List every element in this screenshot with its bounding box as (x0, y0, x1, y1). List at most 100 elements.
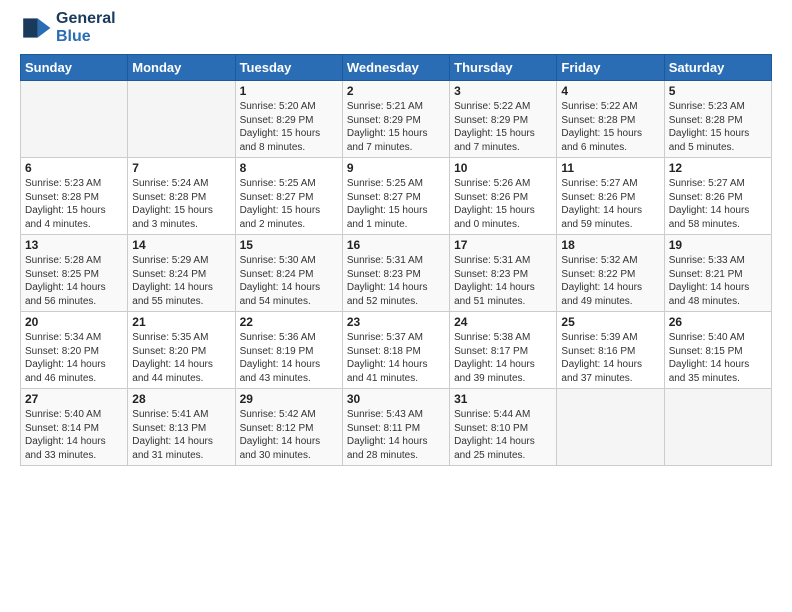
col-thursday: Thursday (450, 55, 557, 81)
day-info: Sunrise: 5:36 AM Sunset: 8:19 PM Dayligh… (240, 331, 338, 385)
day-number: 17 (454, 238, 552, 252)
day-info: Sunrise: 5:33 AM Sunset: 8:21 PM Dayligh… (669, 254, 767, 308)
table-row: 3Sunrise: 5:22 AM Sunset: 8:29 PM Daylig… (450, 81, 557, 158)
day-number: 9 (347, 161, 445, 175)
day-info: Sunrise: 5:31 AM Sunset: 8:23 PM Dayligh… (454, 254, 552, 308)
col-monday: Monday (128, 55, 235, 81)
table-row: 24 Sunrise: 5:38 AM Sunset: 8:17 PM Dayli… (450, 312, 557, 389)
day-info: Sunrise: 5:35 AM Sunset: 8:20 PM Dayligh… (132, 331, 230, 385)
day-number: 31 (454, 392, 552, 406)
day-number: 18 (561, 238, 659, 252)
day-info: Sunrise: 5:44 AM Sunset: 8:10 PM Dayligh… (454, 408, 552, 462)
table-row: 11Sunrise: 5:27 AM Sunset: 8:26 PM Dayli… (557, 158, 664, 235)
day-info: Sunrise: 5:32 AM Sunset: 8:22 PM Dayligh… (561, 254, 659, 308)
day-number: 7 (132, 161, 230, 175)
day-info: Sunrise: 5:25 AM Sunset: 8:27 PM Dayligh… (240, 177, 338, 231)
table-row: 6 Sunrise: 5:23 AM Sunset: 8:28 PM Daylig… (21, 158, 128, 235)
day-number: 30 (347, 392, 445, 406)
table-row (128, 81, 235, 158)
day-info: Sunrise: 5:40 AM Sunset: 8:14 PM Dayligh… (25, 408, 123, 462)
day-number: 19 (669, 238, 767, 252)
day-info: Sunrise: 5:28 AM Sunset: 8:25 PM Dayligh… (25, 254, 123, 308)
day-number: 13 (25, 238, 123, 252)
day-info: Sunrise: 5:43 AM Sunset: 8:11 PM Dayligh… (347, 408, 445, 462)
col-tuesday: Tuesday (235, 55, 342, 81)
day-number: 10 (454, 161, 552, 175)
logo-icon (20, 12, 52, 44)
table-row (557, 389, 664, 466)
day-info: Sunrise: 5:42 AM Sunset: 8:12 PM Dayligh… (240, 408, 338, 462)
calendar-week-row: 20 Sunrise: 5:34 AM Sunset: 8:20 PM Dayli… (21, 312, 772, 389)
calendar-week-row: 1 Sunrise: 5:20 AM Sunset: 8:29 PM Daylig… (21, 81, 772, 158)
day-number: 29 (240, 392, 338, 406)
table-row: 29 Sunrise: 5:42 AM Sunset: 8:12 PM Dayli… (235, 389, 342, 466)
page-header: General Blue (20, 10, 772, 46)
table-row: 15Sunrise: 5:30 AM Sunset: 8:24 PM Dayli… (235, 235, 342, 312)
table-row: 17 Sunrise: 5:31 AM Sunset: 8:23 PM Dayli… (450, 235, 557, 312)
day-number: 14 (132, 238, 230, 252)
table-row: 14 Sunrise: 5:29 AM Sunset: 8:24 PM Dayli… (128, 235, 235, 312)
day-info: Sunrise: 5:24 AM Sunset: 8:28 PM Dayligh… (132, 177, 230, 231)
calendar-week-row: 13 Sunrise: 5:28 AM Sunset: 8:25 PM Dayli… (21, 235, 772, 312)
table-row: 12 Sunrise: 5:27 AM Sunset: 8:26 PM Dayli… (664, 158, 771, 235)
table-row: 16Sunrise: 5:31 AM Sunset: 8:23 PM Dayli… (342, 235, 449, 312)
day-info: Sunrise: 5:25 AM Sunset: 8:27 PM Dayligh… (347, 177, 445, 231)
day-number: 28 (132, 392, 230, 406)
table-row: 30 Sunrise: 5:43 AM Sunset: 8:11 PM Dayli… (342, 389, 449, 466)
day-info: Sunrise: 5:27 AM Sunset: 8:26 PM Dayligh… (669, 177, 767, 231)
day-info: Sunrise: 5:21 AM Sunset: 8:29 PM Dayligh… (347, 100, 445, 154)
day-number: 26 (669, 315, 767, 329)
day-number: 16 (347, 238, 445, 252)
logo: General Blue (20, 10, 116, 46)
col-sunday: Sunday (21, 55, 128, 81)
day-number: 6 (25, 161, 123, 175)
day-info: Sunrise: 5:27 AM Sunset: 8:26 PM Dayligh… (561, 177, 659, 231)
table-row: 19 Sunrise: 5:33 AM Sunset: 8:21 PM Dayli… (664, 235, 771, 312)
table-row (21, 81, 128, 158)
day-number: 27 (25, 392, 123, 406)
day-info: Sunrise: 5:26 AM Sunset: 8:26 PM Dayligh… (454, 177, 552, 231)
day-info: Sunrise: 5:23 AM Sunset: 8:28 PM Dayligh… (25, 177, 123, 231)
day-info: Sunrise: 5:29 AM Sunset: 8:24 PM Dayligh… (132, 254, 230, 308)
day-info: Sunrise: 5:34 AM Sunset: 8:20 PM Dayligh… (25, 331, 123, 385)
day-number: 5 (669, 84, 767, 98)
table-row: 21 Sunrise: 5:35 AM Sunset: 8:20 PM Dayli… (128, 312, 235, 389)
col-friday: Friday (557, 55, 664, 81)
table-row: 4Sunrise: 5:22 AM Sunset: 8:28 PM Daylig… (557, 81, 664, 158)
day-number: 2 (347, 84, 445, 98)
table-row: 10 Sunrise: 5:26 AM Sunset: 8:26 PM Dayli… (450, 158, 557, 235)
day-number: 4 (561, 84, 659, 98)
day-number: 21 (132, 315, 230, 329)
table-row: 7 Sunrise: 5:24 AM Sunset: 8:28 PM Daylig… (128, 158, 235, 235)
day-info: Sunrise: 5:22 AM Sunset: 8:29 PM Dayligh… (454, 100, 552, 154)
table-row (664, 389, 771, 466)
table-row: 9 Sunrise: 5:25 AM Sunset: 8:27 PM Daylig… (342, 158, 449, 235)
col-wednesday: Wednesday (342, 55, 449, 81)
day-number: 1 (240, 84, 338, 98)
calendar-week-row: 27 Sunrise: 5:40 AM Sunset: 8:14 PM Dayli… (21, 389, 772, 466)
calendar-header-row: Sunday Monday Tuesday Wednesday Thursday… (21, 55, 772, 81)
day-info: Sunrise: 5:41 AM Sunset: 8:13 PM Dayligh… (132, 408, 230, 462)
table-row: 1 Sunrise: 5:20 AM Sunset: 8:29 PM Daylig… (235, 81, 342, 158)
day-info: Sunrise: 5:40 AM Sunset: 8:15 PM Dayligh… (669, 331, 767, 385)
table-row: 31 Sunrise: 5:44 AM Sunset: 8:10 PM Dayli… (450, 389, 557, 466)
day-number: 24 (454, 315, 552, 329)
table-row: 18 Sunrise: 5:32 AM Sunset: 8:22 PM Dayli… (557, 235, 664, 312)
day-info: Sunrise: 5:38 AM Sunset: 8:17 PM Dayligh… (454, 331, 552, 385)
table-row: 22Sunrise: 5:36 AM Sunset: 8:19 PM Dayli… (235, 312, 342, 389)
logo-text: General Blue (56, 10, 116, 46)
day-number: 25 (561, 315, 659, 329)
table-row: 26 Sunrise: 5:40 AM Sunset: 8:15 PM Dayli… (664, 312, 771, 389)
day-number: 20 (25, 315, 123, 329)
table-row: 8 Sunrise: 5:25 AM Sunset: 8:27 PM Daylig… (235, 158, 342, 235)
day-number: 12 (669, 161, 767, 175)
table-row: 23Sunrise: 5:37 AM Sunset: 8:18 PM Dayli… (342, 312, 449, 389)
day-info: Sunrise: 5:23 AM Sunset: 8:28 PM Dayligh… (669, 100, 767, 154)
table-row: 27 Sunrise: 5:40 AM Sunset: 8:14 PM Dayli… (21, 389, 128, 466)
day-number: 15 (240, 238, 338, 252)
calendar-week-row: 6 Sunrise: 5:23 AM Sunset: 8:28 PM Daylig… (21, 158, 772, 235)
table-row: 20 Sunrise: 5:34 AM Sunset: 8:20 PM Dayli… (21, 312, 128, 389)
day-number: 8 (240, 161, 338, 175)
day-info: Sunrise: 5:20 AM Sunset: 8:29 PM Dayligh… (240, 100, 338, 154)
day-info: Sunrise: 5:39 AM Sunset: 8:16 PM Dayligh… (561, 331, 659, 385)
